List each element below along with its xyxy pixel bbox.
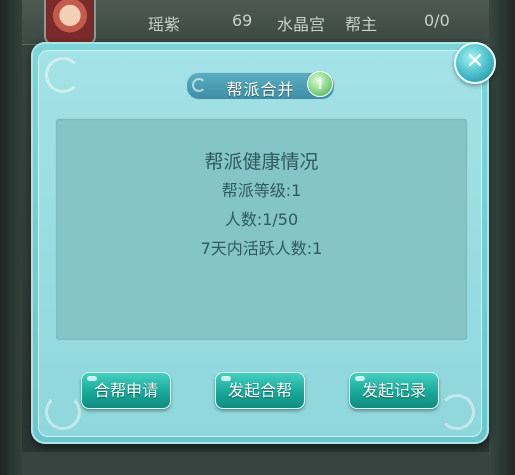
member-role: 帮主 — [345, 15, 378, 34]
member-faction: 水晶宫 — [277, 15, 326, 34]
corner-swirl-icon — [45, 57, 81, 93]
member-level: 69 — [232, 11, 253, 30]
member-name: 瑶紫 — [148, 15, 181, 34]
background-left-border — [0, 0, 22, 475]
close-icon[interactable]: ✕ — [454, 42, 496, 84]
button-sparkle — [355, 376, 365, 381]
member-count: 0/0 — [424, 11, 450, 30]
start-merge-button[interactable]: 发起合帮 — [215, 372, 305, 409]
corner-swirl-icon — [45, 394, 81, 430]
member-count-text: 人数:1/50 — [224, 210, 299, 229]
guild-merge-dialog: 帮派合并 ! 帮派健康情况 帮派等级:1 人数:1/50 7天内活跃人数:1 合… — [31, 42, 489, 444]
health-heading: 帮派健康情况 — [204, 151, 319, 173]
apply-merge-button[interactable]: 合帮申请 — [81, 372, 171, 409]
active-members-text: 7天内活跃人数:1 — [200, 239, 323, 258]
button-sparkle — [87, 376, 97, 381]
member-avatar — [44, 0, 96, 46]
apply-merge-label: 合帮申请 — [93, 381, 158, 400]
button-sparkle — [221, 376, 231, 381]
background-bottom — [22, 452, 489, 475]
help-icon[interactable]: ! — [307, 71, 333, 97]
guild-level-text: 帮派等级:1 — [221, 181, 302, 200]
start-record-button[interactable]: 发起记录 — [349, 372, 439, 409]
start-merge-label: 发起合帮 — [227, 381, 292, 400]
guild-health-panel: 帮派健康情况 帮派等级:1 人数:1/50 7天内活跃人数:1 — [55, 118, 468, 341]
corner-swirl-icon — [439, 394, 475, 430]
start-record-label: 发起记录 — [361, 381, 426, 400]
